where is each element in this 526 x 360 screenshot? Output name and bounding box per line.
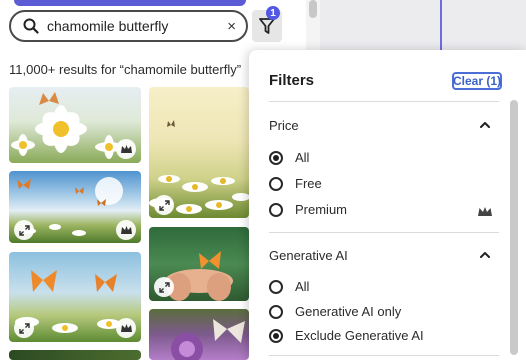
search-input[interactable]: chamomile butterfly × (9, 10, 248, 42)
expand-icon[interactable] (154, 277, 174, 297)
premium-icon[interactable] (116, 318, 136, 338)
divider (269, 101, 499, 102)
image-hands-holding-butterfly[interactable] (149, 227, 249, 301)
option-label: All (295, 150, 310, 165)
genai-option-only[interactable]: Generative AI only (269, 304, 401, 319)
top-accent-bar (14, 0, 246, 6)
radio-unselected[interactable] (269, 304, 283, 319)
image-dark-green-partial[interactable] (9, 350, 141, 360)
generative-ai-section-title[interactable]: Generative AI (269, 248, 348, 263)
premium-icon[interactable] (116, 139, 136, 159)
price-option-free[interactable]: Free (269, 176, 322, 191)
search-query[interactable]: chamomile butterfly (47, 18, 221, 34)
genai-option-exclude[interactable]: Exclude Generative AI (269, 328, 424, 343)
option-label: All (295, 279, 310, 294)
filters-scrollbar[interactable] (510, 100, 518, 360)
image-orange-butterflies-daisies[interactable] (9, 252, 141, 342)
price-section-title[interactable]: Price (269, 118, 299, 133)
filters-scrollbar-thumb[interactable] (510, 100, 518, 355)
clear-filters-button[interactable]: Clear (1) (452, 72, 502, 90)
search-icon (23, 18, 39, 34)
filters-panel: Filters Clear (1) Price All Free Premium… (249, 50, 526, 360)
radio-selected[interactable] (269, 328, 283, 343)
genai-option-all[interactable]: All (269, 279, 309, 294)
divider (269, 355, 499, 356)
radio-selected[interactable] (269, 150, 283, 165)
option-label: Premium (295, 202, 348, 217)
option-label: Free (295, 176, 322, 191)
expand-icon[interactable] (154, 195, 174, 215)
expand-icon[interactable] (14, 318, 34, 338)
image-butterflies-sky-meadow[interactable] (9, 171, 141, 243)
image-sunlit-daisy-field[interactable] (149, 87, 249, 218)
premium-icon (478, 207, 492, 216)
radio-unselected[interactable] (269, 202, 283, 217)
expand-icon[interactable] (14, 220, 34, 240)
purple-flower-illustration (171, 319, 245, 360)
price-option-premium[interactable]: Premium (269, 202, 347, 217)
chevron-up-icon[interactable] (478, 248, 492, 262)
radio-unselected[interactable] (269, 279, 283, 294)
image-daisy-butterfly-closeup[interactable] (9, 87, 141, 163)
results-summary: 11,000+ results for “chamomile butterfly… (9, 62, 242, 77)
chevron-up-icon[interactable] (478, 118, 492, 132)
filter-count-badge: 1 (266, 6, 280, 20)
divider (269, 232, 499, 233)
filters-title: Filters (269, 72, 315, 89)
price-option-all[interactable]: All (269, 150, 309, 165)
clear-search-button[interactable]: × (227, 19, 236, 34)
guide-line (440, 0, 442, 50)
option-label: Exclude Generative AI (295, 328, 424, 343)
results-scrollbar-thumb[interactable] (309, 0, 317, 18)
premium-icon[interactable] (116, 220, 136, 240)
option-label: Generative AI only (295, 304, 402, 319)
image-purple-flower-butterfly[interactable] (149, 309, 249, 360)
radio-unselected[interactable] (269, 176, 283, 191)
